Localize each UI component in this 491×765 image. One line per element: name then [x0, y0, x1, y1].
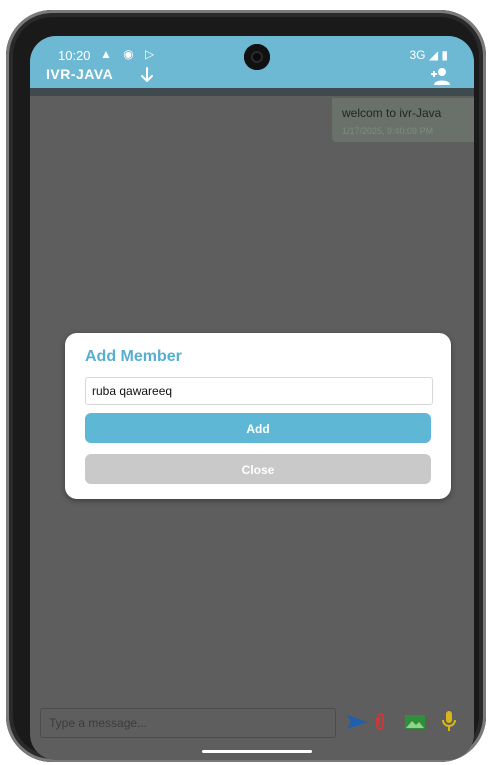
header-shadow: [30, 88, 474, 96]
message-bubble[interactable]: welcom to ivr-Java 1/17/2025, 9:40:09 PM: [332, 98, 474, 142]
screen: 10:20 ▲ ◉ ▷ 3G ◢ ▮ IVR-JAVA welcom to iv…: [30, 36, 474, 760]
phone-frame: 10:20 ▲ ◉ ▷ 3G ◢ ▮ IVR-JAVA welcom to iv…: [6, 10, 486, 762]
image-icon[interactable]: [404, 714, 426, 730]
add-person-icon[interactable]: [428, 66, 452, 86]
status-icons: ▲ ◉ ▷: [100, 47, 159, 61]
member-name-input[interactable]: [85, 377, 433, 405]
dialog-title: Add Member: [85, 348, 182, 365]
attach-icon[interactable]: [373, 712, 387, 732]
message-input[interactable]: [40, 708, 336, 738]
home-indicator[interactable]: [202, 750, 312, 753]
network-status: 3G ◢ ▮: [409, 48, 448, 62]
mic-icon[interactable]: [442, 710, 456, 732]
message-text: welcom to ivr-Java: [342, 106, 442, 120]
down-arrow-icon[interactable]: [138, 66, 156, 84]
page-title: IVR-JAVA: [46, 66, 114, 82]
close-button[interactable]: Close: [85, 454, 431, 484]
app-header: 10:20 ▲ ◉ ▷ 3G ◢ ▮ IVR-JAVA: [30, 36, 474, 88]
send-icon[interactable]: [346, 713, 368, 731]
message-timestamp: 1/17/2025, 9:40:09 PM: [342, 126, 434, 136]
camera-hole: [244, 44, 270, 70]
status-time: 10:20: [58, 48, 91, 63]
add-button[interactable]: Add: [85, 413, 431, 443]
add-member-dialog: Add Member Add Close: [65, 333, 451, 499]
